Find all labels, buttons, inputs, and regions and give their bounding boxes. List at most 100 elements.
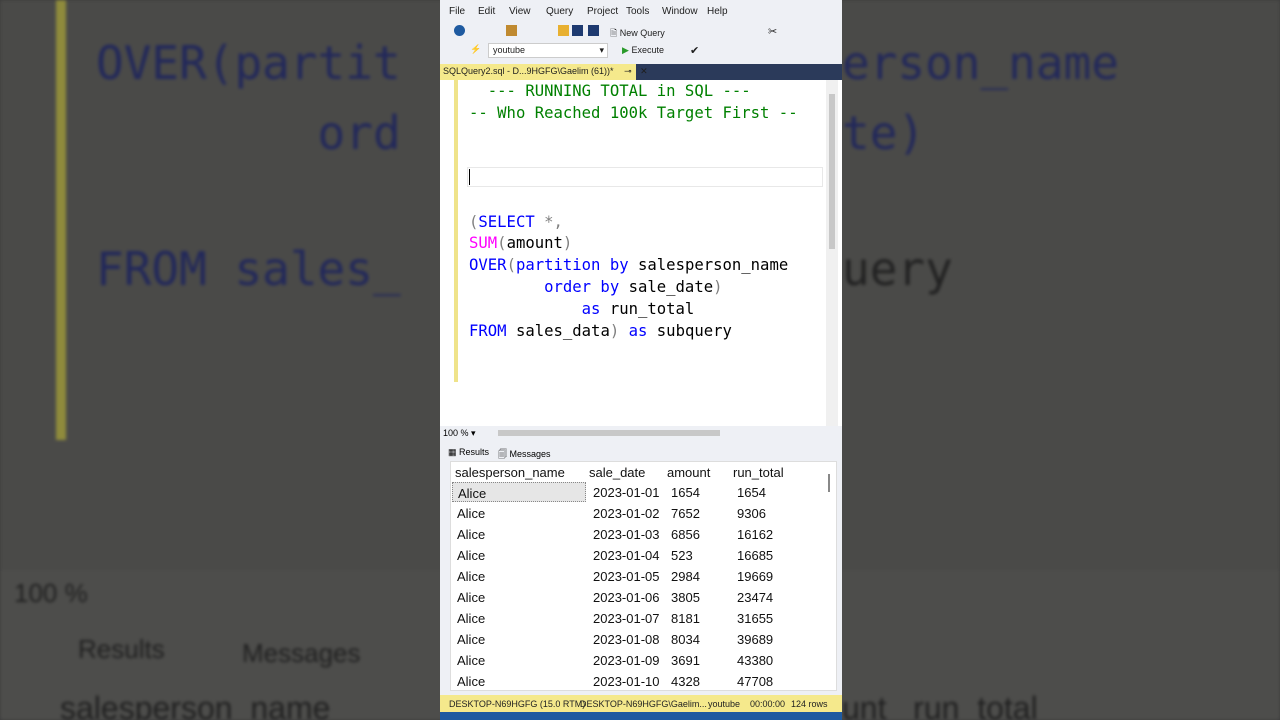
table-cell[interactable]: Alice <box>457 548 485 563</box>
table-cell[interactable]: Alice <box>452 482 586 502</box>
pin-icon[interactable]: ⊸ <box>624 66 632 76</box>
change-connection-icon[interactable]: ⚡ <box>470 44 481 55</box>
table-row[interactable]: Alice 2023-01-05 2984 19669 <box>451 566 831 587</box>
code-line: order by sale_date) <box>469 276 722 298</box>
status-elapsed-time: 00:00:00 <box>750 699 786 709</box>
results-tabs: ▦ Results 🗐 Messages <box>440 443 842 461</box>
table-cell[interactable]: 8181 <box>671 611 700 626</box>
table-cell[interactable]: 19669 <box>737 569 773 584</box>
horizontal-scrollbar[interactable] <box>498 430 720 436</box>
save-icon[interactable] <box>572 25 583 36</box>
menu-file[interactable]: File <box>449 6 465 17</box>
table-cell[interactable]: 2023-01-09 <box>593 653 660 668</box>
new-query-button[interactable]: 🗎 New Query <box>610 26 665 42</box>
table-cell[interactable]: 16685 <box>737 548 773 563</box>
table-cell[interactable]: 47708 <box>737 674 773 689</box>
table-cell[interactable]: Alice <box>457 590 485 605</box>
database-select[interactable]: youtube ▾ <box>488 43 608 58</box>
save-all-icon[interactable] <box>588 25 599 36</box>
table-cell[interactable]: 3805 <box>671 590 700 605</box>
code-token: --- RUNNING TOTAL in SQL --- <box>469 82 751 100</box>
table-cell[interactable]: 8034 <box>671 632 700 647</box>
code-token: SELECT <box>478 213 535 231</box>
code-line: as run_total <box>469 298 695 320</box>
table-cell[interactable]: 2023-01-07 <box>593 611 660 626</box>
editor-vertical-scrollbar[interactable] <box>826 80 838 426</box>
code-token: partition by <box>515 256 629 274</box>
table-cell[interactable]: 39689 <box>737 632 773 647</box>
new-project-icon[interactable] <box>506 25 517 36</box>
execute-button[interactable]: ▶ Execute <box>622 45 664 56</box>
table-row[interactable]: Alice 2023-01-02 7652 9306 <box>451 503 831 524</box>
table-row[interactable]: Alice 2023-01-09 3691 43380 <box>451 650 831 671</box>
table-row[interactable]: Alice 2023-01-06 3805 23474 <box>451 587 831 608</box>
table-row[interactable]: Alice 2023-01-04 523 16685 <box>451 545 831 566</box>
table-cell[interactable]: 2023-01-02 <box>593 506 660 521</box>
table-cell[interactable]: 2023-01-03 <box>593 527 660 542</box>
table-cell[interactable]: 2023-01-04 <box>593 548 660 563</box>
table-cell[interactable]: 43380 <box>737 653 773 668</box>
results-grid[interactable]: salesperson_name sale_date amount run_total… <box>450 461 837 691</box>
bg-text: FROM sales_ <box>96 242 401 296</box>
menu-help[interactable]: Help <box>707 6 728 17</box>
menu-tools[interactable]: Tools <box>626 6 649 17</box>
table-cell[interactable]: 2023-01-05 <box>593 569 660 584</box>
menu-window[interactable]: Window <box>662 6 698 17</box>
table-cell[interactable]: 2023-01-08 <box>593 632 660 647</box>
code-token: subquery <box>647 322 732 340</box>
table-row[interactable]: Alice 2023-01-08 8034 39689 <box>451 629 831 650</box>
table-cell[interactable]: Alice <box>457 653 485 668</box>
table-cell[interactable]: 2023-01-10 <box>593 674 660 689</box>
table-cell[interactable]: 31655 <box>737 611 773 626</box>
table-cell[interactable]: 9306 <box>737 506 766 521</box>
table-cell[interactable]: Alice <box>457 632 485 647</box>
cut-icon[interactable]: ✂ <box>768 25 779 38</box>
grid-vertical-scrollbar[interactable] <box>828 474 830 492</box>
menu-project[interactable]: Project <box>587 6 618 17</box>
column-header[interactable]: sale_date <box>589 465 645 480</box>
table-cell[interactable]: Alice <box>457 674 485 689</box>
table-row[interactable]: Alice 2023-01-03 6856 16162 <box>451 524 831 545</box>
table-cell[interactable]: 7652 <box>671 506 700 521</box>
status-row-count: 124 rows <box>791 699 828 709</box>
table-cell[interactable]: Alice <box>457 611 485 626</box>
open-file-icon[interactable] <box>558 25 569 36</box>
zoom-select[interactable]: 100 % ▾ <box>443 428 476 439</box>
query-editor[interactable]: --- RUNNING TOTAL in SQL --- -- Who Reach… <box>440 80 842 426</box>
menu-view[interactable]: View <box>509 6 531 17</box>
table-cell[interactable]: 16162 <box>737 527 773 542</box>
table-row[interactable]: Alice 2023-01-10 4328 47708 <box>451 671 831 690</box>
table-row[interactable]: Alice 2023-01-07 8181 31655 <box>451 608 831 629</box>
menu-edit[interactable]: Edit <box>478 6 495 17</box>
table-cell[interactable]: 23474 <box>737 590 773 605</box>
table-cell[interactable]: 2023-01-01 <box>593 485 660 500</box>
table-cell[interactable]: Alice <box>457 527 485 542</box>
close-icon[interactable]: ✕ <box>640 66 648 76</box>
column-header[interactable]: salesperson_name <box>455 465 565 480</box>
code-token: ( <box>506 256 516 274</box>
code-line: FROM sales_data) as subquery <box>469 320 732 342</box>
table-cell[interactable]: 4328 <box>671 674 700 689</box>
back-icon[interactable] <box>454 25 465 36</box>
table-cell[interactable]: 3691 <box>671 653 700 668</box>
table-cell[interactable]: 6856 <box>671 527 700 542</box>
code-token: sales_data <box>506 322 610 340</box>
tab-sqlquery2[interactable]: SQLQuery2.sql - D...9HGFG\Gaelim (61))* … <box>440 64 648 80</box>
column-header[interactable]: amount <box>667 465 710 480</box>
bg-text: unt run_total <box>842 690 1038 720</box>
column-header[interactable]: run_total <box>733 465 784 480</box>
table-cell[interactable]: 1654 <box>671 485 700 500</box>
parse-icon[interactable]: ✔ <box>690 44 701 57</box>
table-row[interactable]: Alice 2023-01-01 1654 1654 <box>451 482 831 503</box>
toolbar-sql: ⚡ youtube ▾ ▶ Execute ✔ <box>440 41 842 60</box>
code-token: run_total <box>600 300 695 318</box>
table-cell[interactable]: Alice <box>457 506 485 521</box>
table-cell[interactable]: Alice <box>457 569 485 584</box>
table-cell[interactable]: 2023-01-06 <box>593 590 660 605</box>
menu-query[interactable]: Query <box>546 6 573 17</box>
table-cell[interactable]: 1654 <box>737 485 766 500</box>
table-cell[interactable]: 2984 <box>671 569 700 584</box>
grid-header: salesperson_name sale_date amount run_total <box>451 462 831 483</box>
table-cell[interactable]: 523 <box>671 548 693 563</box>
tab-results[interactable]: ▦ Results <box>448 447 489 458</box>
